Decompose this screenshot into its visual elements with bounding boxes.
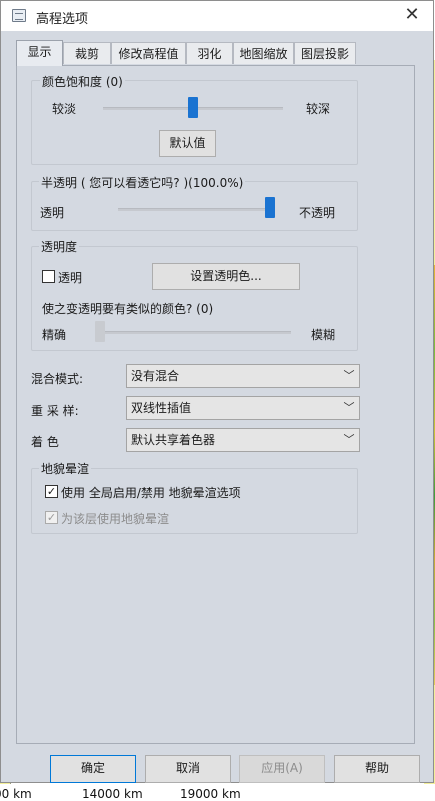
tab-crop[interactable]: 裁剪 <box>63 42 111 64</box>
transparent-checkbox-label: 透明 <box>58 271 83 285</box>
translucency-title: 半透明 ( 您可以看透它吗? )(100.0%) <box>39 174 246 191</box>
tab-map-scale[interactable]: 地图缩放 <box>233 42 294 64</box>
transparency-title: 透明度 <box>39 238 80 255</box>
select-value: 双线性插值 <box>131 401 192 415</box>
similar-colors-title: 使之变透明要有类似的颜色? (0) <box>42 302 214 316</box>
tolerance-slider-track[interactable] <box>95 331 291 334</box>
button-label: 确定 <box>80 761 105 775</box>
translucency-slider-track[interactable] <box>118 208 274 211</box>
button-label: 取消 <box>175 761 200 775</box>
button-label: 应用(A) <box>261 761 303 775</box>
apply-button[interactable]: 应用(A) <box>239 755 325 783</box>
tab-label: 裁剪 <box>74 47 99 61</box>
saturation-slider-thumb[interactable] <box>188 97 198 118</box>
blend-mode-label: 混合模式: <box>31 372 84 386</box>
resample-select[interactable]: 双线性插值 ﹀ <box>126 396 360 420</box>
help-button[interactable]: 帮助 <box>334 755 420 783</box>
resample-label: 重 采 样: <box>31 404 79 418</box>
use-global-hillshade-checkbox[interactable]: ✓ <box>45 485 58 498</box>
chevron-down-icon: ﹀ <box>343 433 355 446</box>
saturation-high-label: 较深 <box>306 102 331 116</box>
use-global-hillshade-label: 使用 全局启用/禁用 地貌晕渲选项 <box>61 486 241 500</box>
cancel-button[interactable]: 取消 <box>145 755 231 783</box>
default-value-button[interactable]: 默认值 <box>159 130 216 157</box>
chevron-down-icon: ﹀ <box>343 401 355 414</box>
tolerance-high-label: 模糊 <box>311 328 336 342</box>
close-icon: ✕ <box>404 4 420 25</box>
button-label: 帮助 <box>364 761 389 775</box>
tab-label: 地图缩放 <box>239 47 288 61</box>
hillshade-title: 地貌晕渲 <box>39 460 92 477</box>
layer-hillshade-label: 为该层使用地貌晕渲 <box>61 512 170 526</box>
select-value: 没有混合 <box>131 369 180 383</box>
layer-hillshade-checkbox[interactable]: ✓ <box>45 511 58 524</box>
check-icon: ✓ <box>46 511 57 524</box>
transparent-checkbox[interactable] <box>42 270 55 283</box>
transparency-group <box>31 246 358 351</box>
tab-feather[interactable]: 羽化 <box>186 42 233 64</box>
tab-label: 显示 <box>27 45 52 59</box>
set-transparent-color-button[interactable]: 设置透明色... <box>152 263 300 290</box>
scale-label-1: 00 km <box>0 787 32 801</box>
translucency-high-label: 不透明 <box>299 206 336 220</box>
translucency-slider-thumb[interactable] <box>265 197 275 218</box>
tolerance-low-label: 精确 <box>42 328 67 342</box>
translucency-low-label: 透明 <box>40 206 65 220</box>
shader-select[interactable]: 默认共享着色器 ﹀ <box>126 428 360 452</box>
chevron-down-icon: ﹀ <box>343 369 355 382</box>
blend-mode-select[interactable]: 没有混合 ﹀ <box>126 364 360 388</box>
tolerance-slider-thumb[interactable] <box>95 321 105 342</box>
check-icon: ✓ <box>46 485 57 498</box>
tab-display[interactable]: 显示 <box>16 40 63 66</box>
scale-label-2: 14000 km <box>82 787 143 801</box>
ok-button[interactable]: 确定 <box>50 755 136 783</box>
tab-modify-elevation[interactable]: 修改高程值 <box>111 42 186 64</box>
select-value: 默认共享着色器 <box>131 433 216 447</box>
window-title: 高程选项 <box>36 12 89 27</box>
scale-label-3: 19000 km <box>180 787 241 801</box>
saturation-low-label: 较淡 <box>52 102 77 116</box>
saturation-title: 颜色饱和度 (0) <box>40 73 125 90</box>
tab-layer-projection[interactable]: 图层投影 <box>294 42 356 64</box>
tab-label: 修改高程值 <box>118 47 179 61</box>
shader-label: 着 色 <box>31 435 59 449</box>
close-button[interactable]: ✕ <box>398 2 426 28</box>
window-icon <box>12 9 26 22</box>
tab-label: 羽化 <box>197 47 222 61</box>
button-label: 默认值 <box>169 136 206 150</box>
button-label: 设置透明色... <box>190 269 262 283</box>
tab-label: 图层投影 <box>300 47 349 61</box>
